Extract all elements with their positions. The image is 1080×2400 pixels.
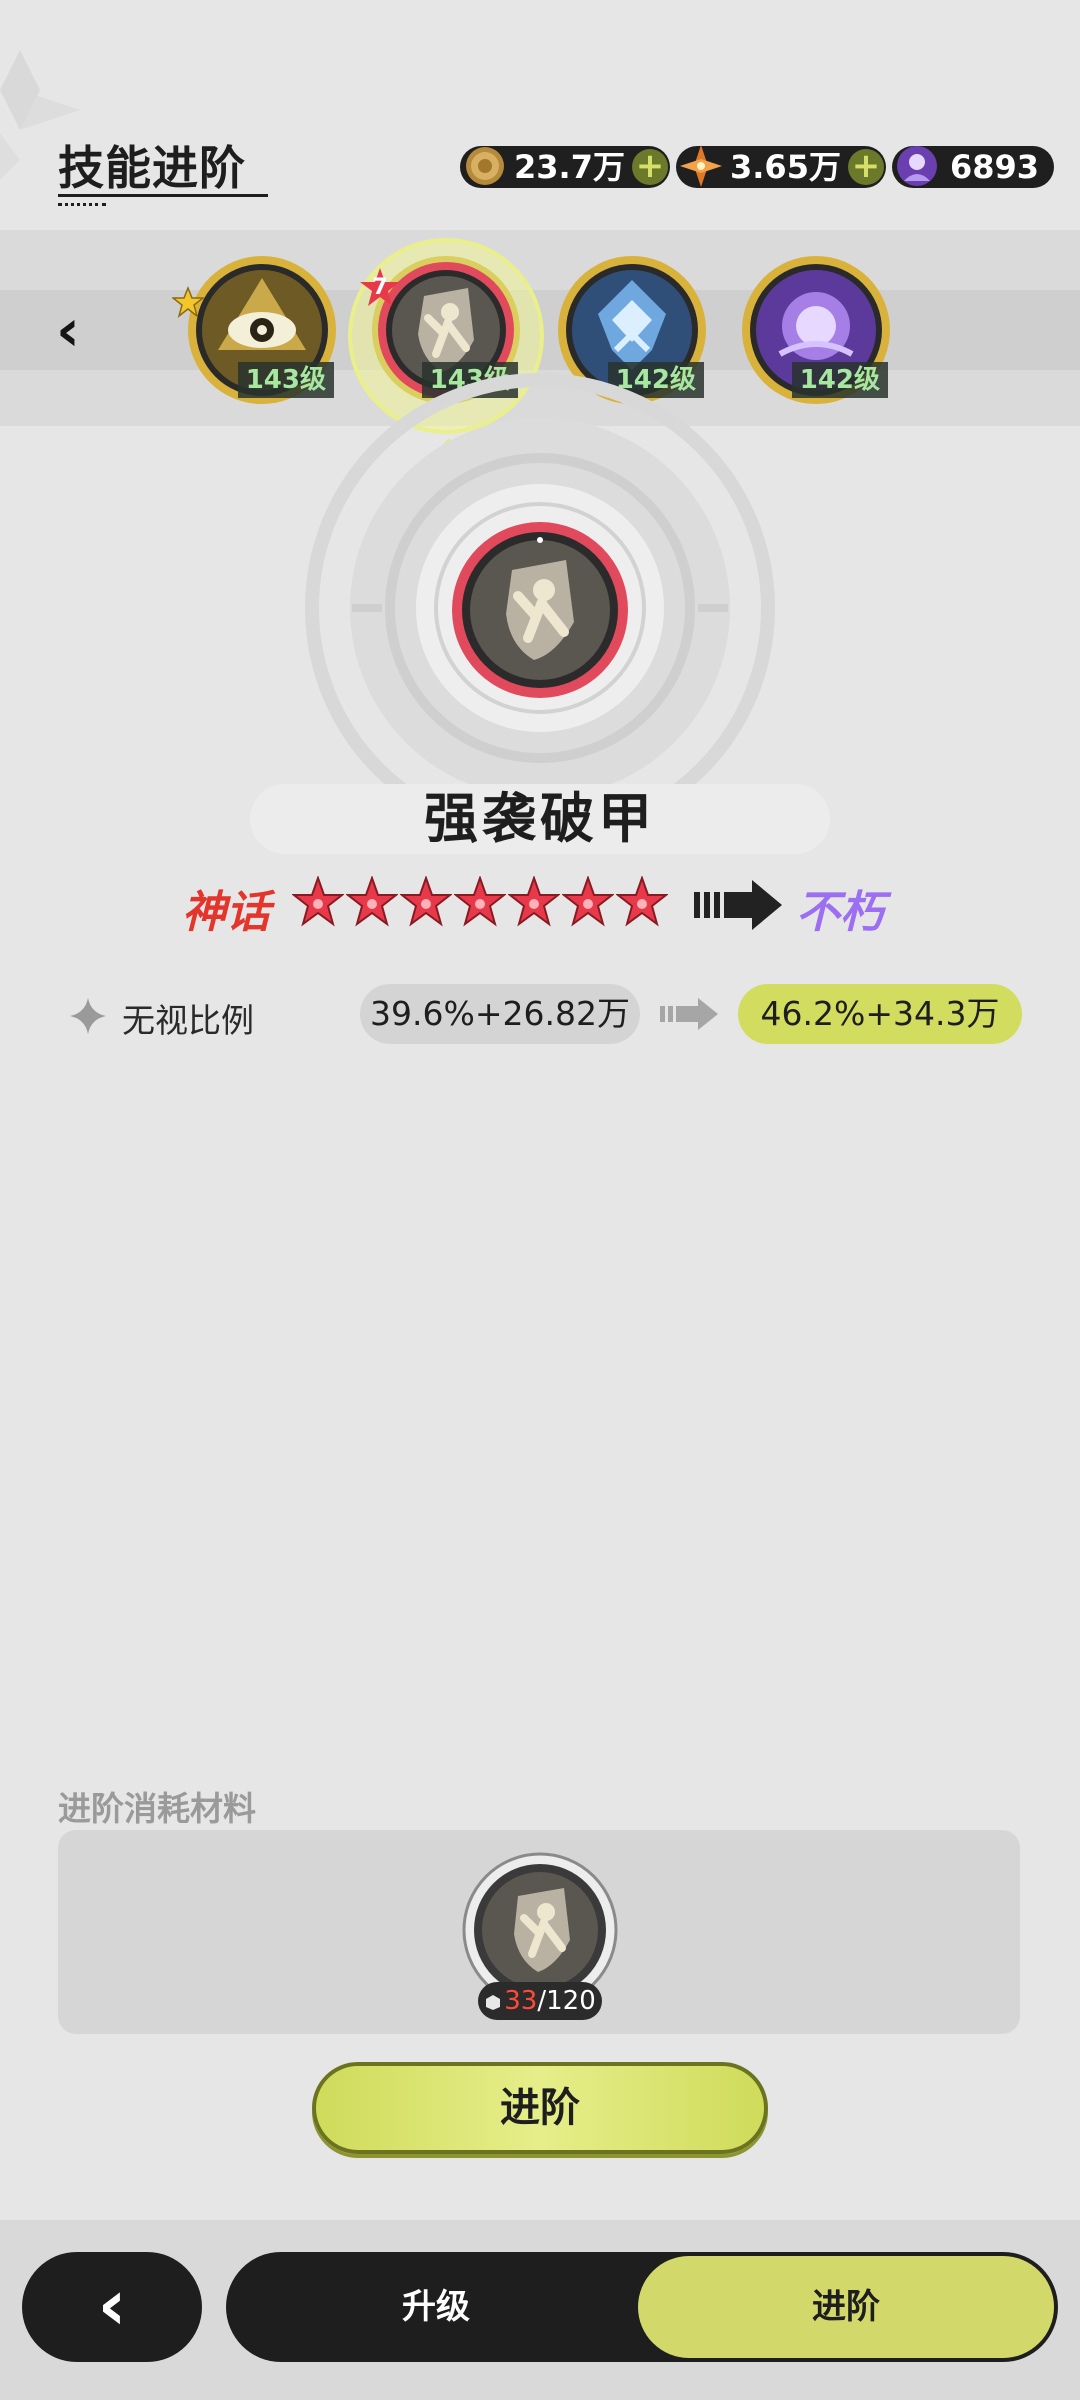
advance-button[interactable]: 进阶 <box>312 2062 768 2154</box>
attribute-arrow-icon <box>660 998 718 1030</box>
star-icon <box>562 876 614 927</box>
skill-rank-value: 7 <box>372 275 388 300</box>
rarity-current-label: 神话 <box>182 887 270 938</box>
fragment-icon <box>486 1995 501 2010</box>
sparkle-icon <box>70 998 106 1034</box>
attribute-next-value: 46.2%+34.3万 <box>738 984 1022 1044</box>
back-button[interactable]: ‹ <box>22 2252 202 2362</box>
material-need: /120 <box>537 1986 596 2016</box>
purple-character-icon <box>897 146 937 186</box>
rarity-next-label: 不朽 <box>796 887 884 938</box>
tab-advance[interactable]: 进阶 <box>638 2256 1054 2358</box>
skill-name: 强袭破甲 <box>424 787 656 850</box>
currency-gold-value: 23.7万 <box>514 148 625 186</box>
star-rating <box>292 876 670 936</box>
title-underline <box>58 194 268 197</box>
star-icon <box>454 876 506 927</box>
materials-title: 进阶消耗材料 <box>58 1789 256 1828</box>
star-icon <box>508 876 560 927</box>
currency-character[interactable]: 6893 <box>892 146 1054 188</box>
rarity-arrow-icon <box>694 880 782 930</box>
currency-character-value: 6893 <box>950 148 1040 186</box>
add-crystal-button[interactable]: + <box>848 149 884 185</box>
currency-crystal[interactable]: 3.65万 + <box>676 145 886 188</box>
star-badge-icon <box>172 286 204 318</box>
strip-back-chevron-icon[interactable]: ‹ <box>56 300 116 360</box>
add-gold-button[interactable]: + <box>632 149 668 185</box>
tab-upgrade[interactable]: 升级 <box>226 2252 646 2362</box>
attribute-current-value: 39.6%+26.82万 <box>360 984 640 1044</box>
gold-coin-icon <box>466 147 504 185</box>
currency-crystal-value: 3.65万 <box>730 148 841 186</box>
material-count: 33/120 <box>478 1982 602 2020</box>
skill-rank-badge: 7 <box>358 266 402 310</box>
star-icon <box>292 876 344 927</box>
title-dots <box>58 203 106 206</box>
orange-crystal-icon <box>680 145 722 187</box>
material-have: 33 <box>504 1986 538 2016</box>
star-icon <box>346 876 398 927</box>
page-title: 技能进阶 <box>58 141 246 195</box>
star-icon <box>400 876 452 927</box>
selected-skill-large-icon <box>452 522 628 698</box>
star-icon <box>616 876 668 927</box>
attribute-label: 无视比例 <box>122 1001 254 1040</box>
currency-gold[interactable]: 23.7万 + <box>460 146 670 188</box>
